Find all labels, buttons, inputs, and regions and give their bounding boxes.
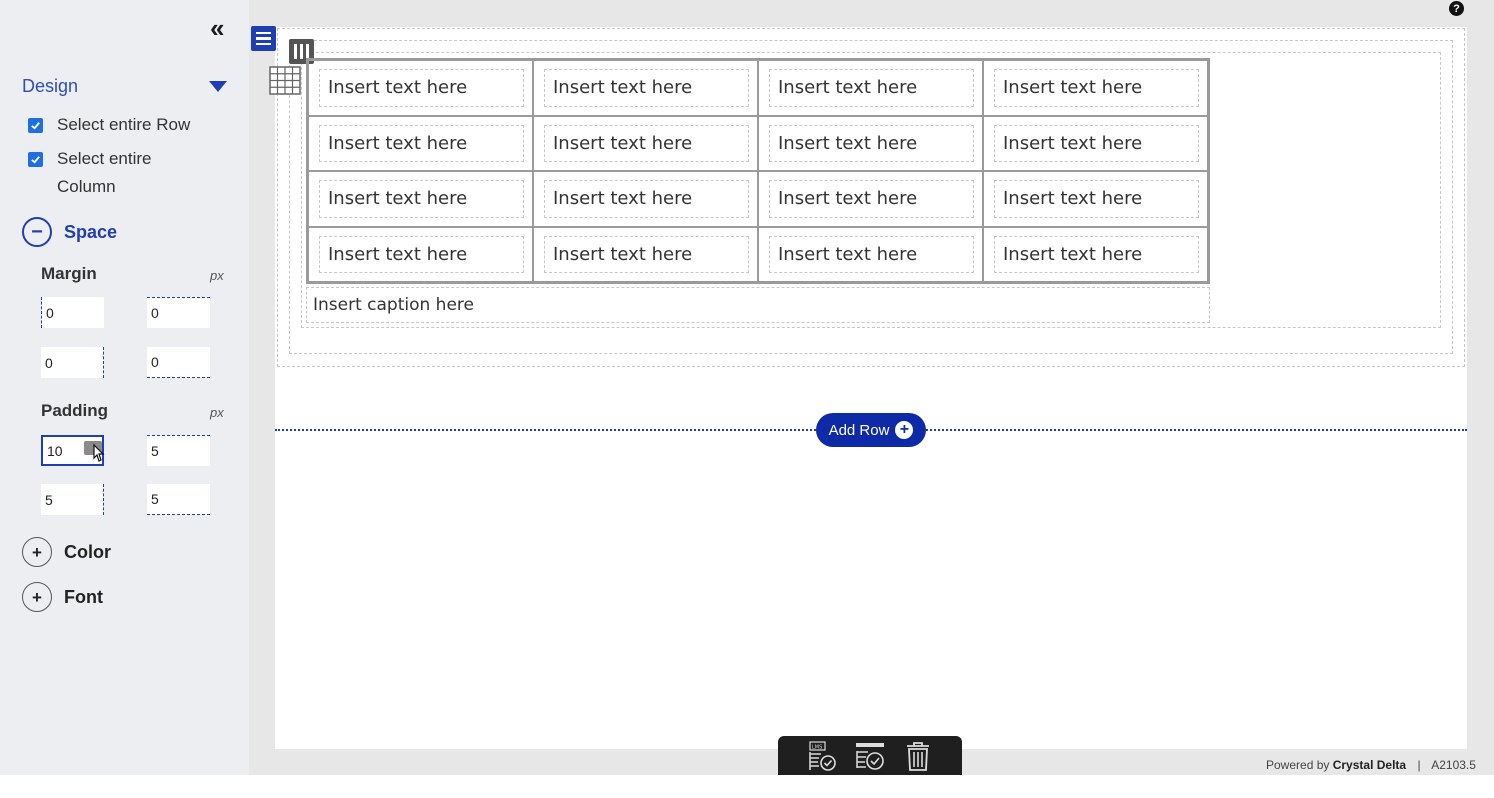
table-cell[interactable]: Insert text here <box>308 226 533 282</box>
plus-circle-icon: + <box>22 582 52 612</box>
margin-unit: px <box>210 268 224 283</box>
save-check-button[interactable] <box>854 740 886 772</box>
color-section-toggle[interactable]: + Color <box>22 537 111 567</box>
minus-circle-icon: − <box>22 217 52 247</box>
table-cell-text: Insert text here <box>994 235 1199 273</box>
select-column-label: Select entire Column <box>57 149 152 196</box>
plus-circle-icon: + <box>895 421 914 439</box>
add-row-button[interactable]: Add Row + <box>816 413 926 447</box>
brand-name: Crystal Delta <box>1332 758 1407 772</box>
space-label: Space <box>64 221 118 242</box>
lms-check-icon: LMS <box>809 740 836 771</box>
table-cell[interactable]: Insert text here <box>983 115 1208 171</box>
row-menu-icon[interactable] <box>251 26 276 51</box>
table-cell[interactable]: Insert text here <box>533 60 758 116</box>
font-section-toggle[interactable]: + Font <box>22 582 103 612</box>
table-cell[interactable]: Insert text here <box>308 115 533 171</box>
padding-unit: px <box>210 405 224 420</box>
margin-right-input[interactable] <box>147 297 210 328</box>
version-text: A2103.5 <box>1431 758 1476 772</box>
select-column-option: Select entire Column <box>28 149 207 201</box>
delete-button[interactable] <box>902 740 934 772</box>
table-cell[interactable]: Insert text here <box>533 115 758 171</box>
table-cell-text: Insert text here <box>994 124 1199 162</box>
mouse-cursor-icon <box>93 443 105 462</box>
table-cell[interactable]: Insert text here <box>758 60 983 116</box>
save-check-icon <box>856 742 884 770</box>
color-label: Color <box>64 541 111 562</box>
table-cell-text: Insert text here <box>319 235 524 273</box>
table-cell[interactable]: Insert text here <box>983 60 1208 116</box>
table-cell[interactable]: Insert text here <box>983 226 1208 282</box>
table-caption[interactable]: Insert caption here <box>306 287 1210 323</box>
table-cell-text: Insert text here <box>319 124 524 162</box>
table-cell[interactable]: Insert text here <box>758 171 983 227</box>
table-cell-text: Insert text here <box>544 124 749 162</box>
padding-right-input[interactable] <box>147 435 210 466</box>
footer-credit: Powered by Crystal Delta | A2103.5 <box>1266 758 1476 772</box>
table-cell-text: Insert text here <box>994 180 1199 218</box>
margin-bottom-input[interactable] <box>147 347 210 378</box>
table-cell-text: Insert text here <box>769 124 974 162</box>
select-row-label: Select entire Row <box>57 115 191 134</box>
sidebar-panel: « Design Select entire Row Select entire… <box>0 0 249 775</box>
table-cell-text: Insert text here <box>769 69 974 107</box>
table-cell-text: Insert text here <box>544 180 749 218</box>
bottom-strip <box>249 775 1494 798</box>
margin-label: Margin <box>41 264 97 283</box>
checkmark-icon <box>31 122 40 130</box>
table-grid-icon[interactable] <box>269 66 301 95</box>
padding-bottom-input[interactable] <box>147 484 210 515</box>
font-label: Font <box>64 586 103 607</box>
caret-down-icon <box>209 80 227 92</box>
content-table: Insert text here Insert text here Insert t… <box>306 58 1210 284</box>
table-cell[interactable]: Insert text here <box>308 60 533 116</box>
table-cell-text: Insert text here <box>319 180 524 218</box>
checkmark-icon <box>31 156 40 164</box>
design-label: Design <box>22 75 79 96</box>
svg-text:LMS: LMS <box>812 744 822 750</box>
padding-label: Padding <box>41 401 109 420</box>
collapse-sidebar-icon[interactable]: « <box>210 15 224 41</box>
margin-top-input[interactable] <box>41 297 104 328</box>
select-row-option: Select entire Row <box>28 115 207 139</box>
table-cell[interactable]: Insert text here <box>758 226 983 282</box>
lms-check-button[interactable]: LMS <box>806 740 838 772</box>
trash-icon <box>907 741 929 771</box>
table-cell[interactable]: Insert text here <box>533 226 758 282</box>
table-cell-text: Insert text here <box>319 69 524 107</box>
padding-left-input[interactable] <box>41 484 104 515</box>
powered-by-text: Powered by <box>1266 758 1330 772</box>
plus-circle-icon: + <box>22 537 52 567</box>
add-row-label: Add Row <box>828 421 890 439</box>
table-cell[interactable]: Insert text here <box>758 115 983 171</box>
table-cell-text: Insert text here <box>994 69 1199 107</box>
table-cell[interactable]: Insert text here <box>533 171 758 227</box>
table-cell-text: Insert text here <box>769 180 974 218</box>
help-icon[interactable]: ? <box>1449 1 1464 16</box>
space-section-toggle[interactable]: − Space <box>22 217 117 247</box>
footer-separator: | <box>1417 758 1421 772</box>
select-row-checkbox[interactable] <box>28 118 43 133</box>
margin-left-input[interactable] <box>41 347 104 378</box>
design-dropdown[interactable]: Design <box>22 74 227 98</box>
table-cell[interactable]: Insert text here <box>308 171 533 227</box>
select-column-checkbox[interactable] <box>28 152 43 167</box>
table-cell[interactable]: Insert text here <box>983 171 1208 227</box>
table-cell-text: Insert text here <box>769 235 974 273</box>
table-cell-text: Insert text here <box>544 235 749 273</box>
bottom-toolbar: LMS <box>778 736 962 775</box>
table-cell-text: Insert text here <box>544 69 749 107</box>
